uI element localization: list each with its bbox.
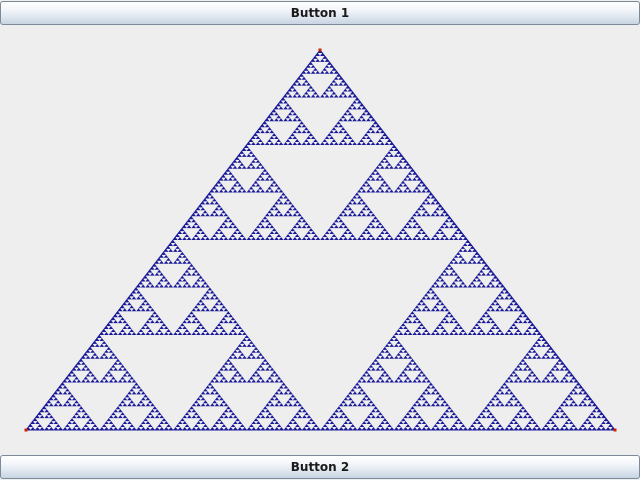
- bottom-left-vertex-marker: [24, 428, 28, 432]
- fractal-canvas-panel: [0, 25, 640, 455]
- application-window: Button 1 Button 2: [0, 0, 640, 480]
- sierpinski-holes: [28, 52, 613, 430]
- bottom-right-vertex-marker: [613, 428, 617, 432]
- button-2[interactable]: Button 2: [0, 455, 640, 479]
- button-1[interactable]: Button 1: [0, 1, 640, 25]
- apex-vertex-marker: [318, 48, 322, 52]
- sierpinski-triangle-canvas: [24, 48, 617, 432]
